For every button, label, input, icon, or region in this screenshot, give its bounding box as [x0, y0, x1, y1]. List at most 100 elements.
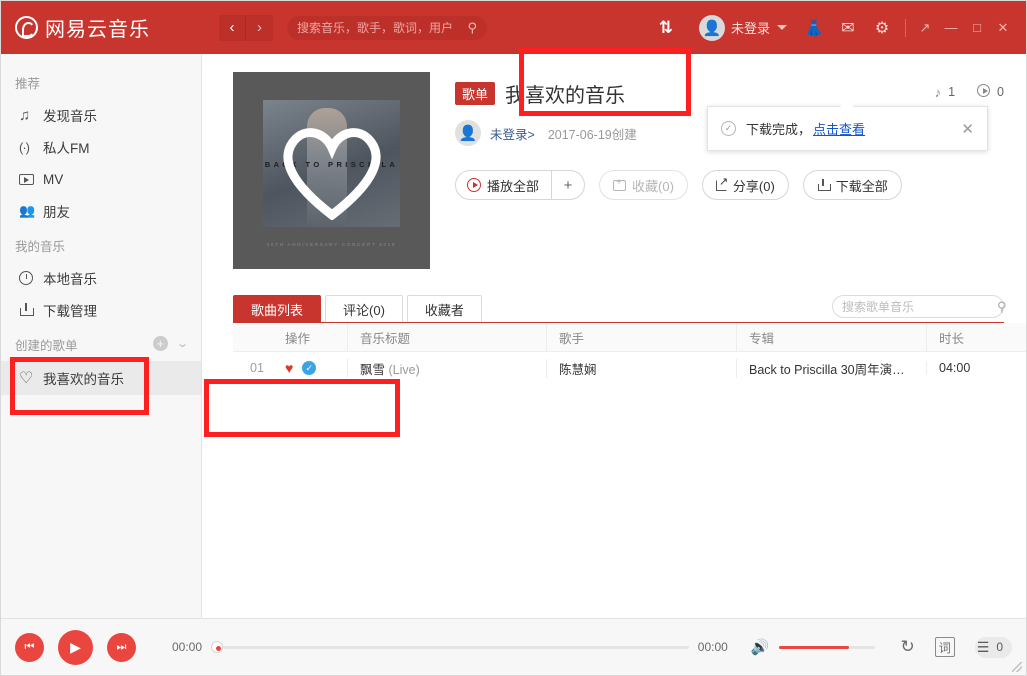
resize-grip[interactable]	[1012, 662, 1022, 672]
heart-outline-icon	[19, 368, 43, 388]
tab-subscribers[interactable]: 收藏者	[407, 295, 482, 322]
column-album: 专辑	[736, 323, 926, 351]
toast-message: 下载完成，	[746, 119, 811, 138]
volume-icon[interactable]: 🔊	[751, 638, 770, 656]
download-complete-toast: ✓ 下载完成， 点击查看 ✕	[707, 106, 988, 151]
shirt-icon[interactable]: 👗	[797, 1, 831, 54]
title-bar: 网易云音乐 ‹ › ⚲ ⇅ 👤 未登录 👗 ✉ ⚙ ↗ — □ ✕	[1, 1, 1026, 54]
volume-slider[interactable]	[779, 646, 875, 649]
table-body: 01 ♥ ✓ 飘雪 (Live) 陈慧娴 Back to Priscilla 3…	[233, 352, 1026, 384]
playlist-actions: 播放全部 + 收藏(0) 分享(0) 下载全部	[455, 170, 1004, 200]
row-duration: 04:00	[926, 361, 1026, 375]
collect-button[interactable]: 收藏(0)	[599, 170, 688, 200]
sidebar-item-label: 本地音乐	[43, 268, 97, 288]
sidebar-group-recommend: 推荐	[1, 64, 201, 99]
next-button[interactable]: ⏭	[107, 633, 136, 662]
sidebar-item-label: 下载管理	[43, 300, 97, 320]
song-count-value: 1	[948, 85, 955, 99]
tab-comments[interactable]: 评论(0)	[325, 295, 403, 322]
share-label: 分享(0)	[733, 176, 775, 195]
sidebar-group-created-playlists: 创建的歌单 + ⌄	[1, 326, 201, 361]
download-icon	[817, 179, 830, 192]
add-to-playlist-button[interactable]: +	[552, 170, 585, 200]
column-artist: 歌手	[546, 323, 736, 351]
toast-view-link[interactable]: 点击查看	[813, 119, 865, 138]
search-input[interactable]	[297, 21, 467, 35]
sidebar-item-personal-fm[interactable]: 私人FM	[1, 131, 201, 163]
total-time: 00:00	[698, 640, 728, 654]
table-header: 操作 音乐标题 歌手 专辑 时长	[233, 323, 1026, 352]
mini-mode-icon[interactable]: ↗	[912, 1, 938, 54]
user-menu[interactable]: 👤 未登录	[699, 15, 787, 41]
search-icon: ⚲	[997, 299, 1007, 315]
chevron-down-icon	[777, 25, 787, 30]
close-icon[interactable]: ✕	[961, 120, 974, 138]
friends-icon	[19, 203, 43, 219]
author-avatar: 👤	[455, 120, 481, 146]
sidebar-item-mv[interactable]: MV	[1, 163, 201, 195]
repeat-icon[interactable]: ↻	[901, 637, 915, 657]
progress-handle[interactable]	[211, 641, 223, 653]
disc-icon	[19, 271, 43, 285]
playlist-type-badge: 歌单	[455, 82, 495, 105]
sidebar-item-label: 发现音乐	[43, 105, 97, 125]
tab-song-list[interactable]: 歌曲列表	[233, 295, 321, 322]
row-artist: 陈慧娴	[546, 359, 736, 378]
playlist-header: BACK TO PRISCILLA 30TH ANNIVERSARY CONCE…	[202, 54, 1026, 269]
content-area: BACK TO PRISCILLA 30TH ANNIVERSARY CONCE…	[202, 54, 1026, 618]
toast-arrow	[840, 99, 854, 107]
app-logo: 网易云音乐	[15, 13, 215, 42]
sidebar-item-discover[interactable]: 发现音乐	[1, 99, 201, 131]
global-search[interactable]: ⚲	[287, 16, 487, 40]
app-title: 网易云音乐	[45, 13, 150, 42]
video-icon	[19, 174, 43, 185]
previous-button[interactable]: ⏮	[15, 633, 44, 662]
nav-buttons: ‹ ›	[219, 15, 273, 41]
sidebar-item-label: 朋友	[43, 201, 70, 221]
download-all-label: 下载全部	[836, 176, 888, 195]
share-button[interactable]: 分享(0)	[702, 170, 789, 200]
download-all-button[interactable]: 下载全部	[803, 170, 902, 200]
sidebar-item-friends[interactable]: 朋友	[1, 195, 201, 227]
main-body: 推荐 发现音乐 私人FM MV 朋友 我的音乐 本地音乐	[1, 54, 1026, 618]
heart-filled-icon[interactable]: ♥	[285, 360, 293, 376]
playlist-search[interactable]: ⚲	[832, 295, 1004, 318]
maximize-icon[interactable]: □	[964, 1, 990, 54]
add-playlist-icon[interactable]: +	[153, 336, 168, 351]
close-icon[interactable]: ✕	[990, 1, 1016, 54]
table-row[interactable]: 01 ♥ ✓ 飘雪 (Live) 陈慧娴 Back to Priscilla 3…	[233, 352, 1026, 384]
song-count: ♪ 1	[935, 85, 955, 100]
music-note-icon: ♪	[935, 85, 942, 100]
play-all-button[interactable]: 播放全部	[455, 170, 552, 200]
check-circle-icon: ✓	[721, 121, 736, 136]
chevron-down-icon[interactable]: ⌄	[176, 337, 189, 350]
queue-icon: ☰	[977, 639, 990, 656]
play-button[interactable]: ▶	[58, 630, 93, 665]
sidebar-item-label: 我喜欢的音乐	[43, 368, 124, 388]
sidebar-item-download-manager[interactable]: 下载管理	[1, 294, 201, 326]
sidebar-item-local-music[interactable]: 本地音乐	[1, 262, 201, 294]
minimize-icon[interactable]: —	[938, 1, 964, 54]
gear-icon[interactable]: ⚙	[865, 1, 899, 54]
playlist-tabs: 歌曲列表 评论(0) 收藏者 ⚲	[233, 295, 1004, 323]
playlist-search-input[interactable]	[842, 300, 997, 314]
author-name-link[interactable]: 未登录>	[490, 124, 535, 143]
mail-icon[interactable]: ✉	[831, 1, 865, 54]
nav-back-button[interactable]: ‹	[219, 15, 246, 41]
play-queue-button[interactable]: ☰ 0	[975, 637, 1012, 658]
cover-heart-icon	[277, 120, 387, 220]
lyrics-button[interactable]: 词	[935, 637, 955, 657]
share-icon	[716, 180, 727, 191]
sync-icon[interactable]: ⇅	[649, 1, 683, 54]
column-title: 音乐标题	[347, 323, 546, 351]
play-circle-icon	[977, 84, 990, 100]
nav-forward-button[interactable]: ›	[246, 15, 273, 41]
folder-plus-icon	[613, 180, 626, 191]
play-count-value: 0	[997, 85, 1004, 99]
column-duration: 时长	[926, 323, 1026, 351]
sidebar-item-my-favorite-music[interactable]: 我喜欢的音乐	[1, 361, 201, 395]
radio-icon	[19, 140, 43, 154]
search-icon: ⚲	[467, 20, 477, 36]
progress-track[interactable]	[223, 646, 689, 649]
progress-bar[interactable]	[211, 641, 689, 653]
